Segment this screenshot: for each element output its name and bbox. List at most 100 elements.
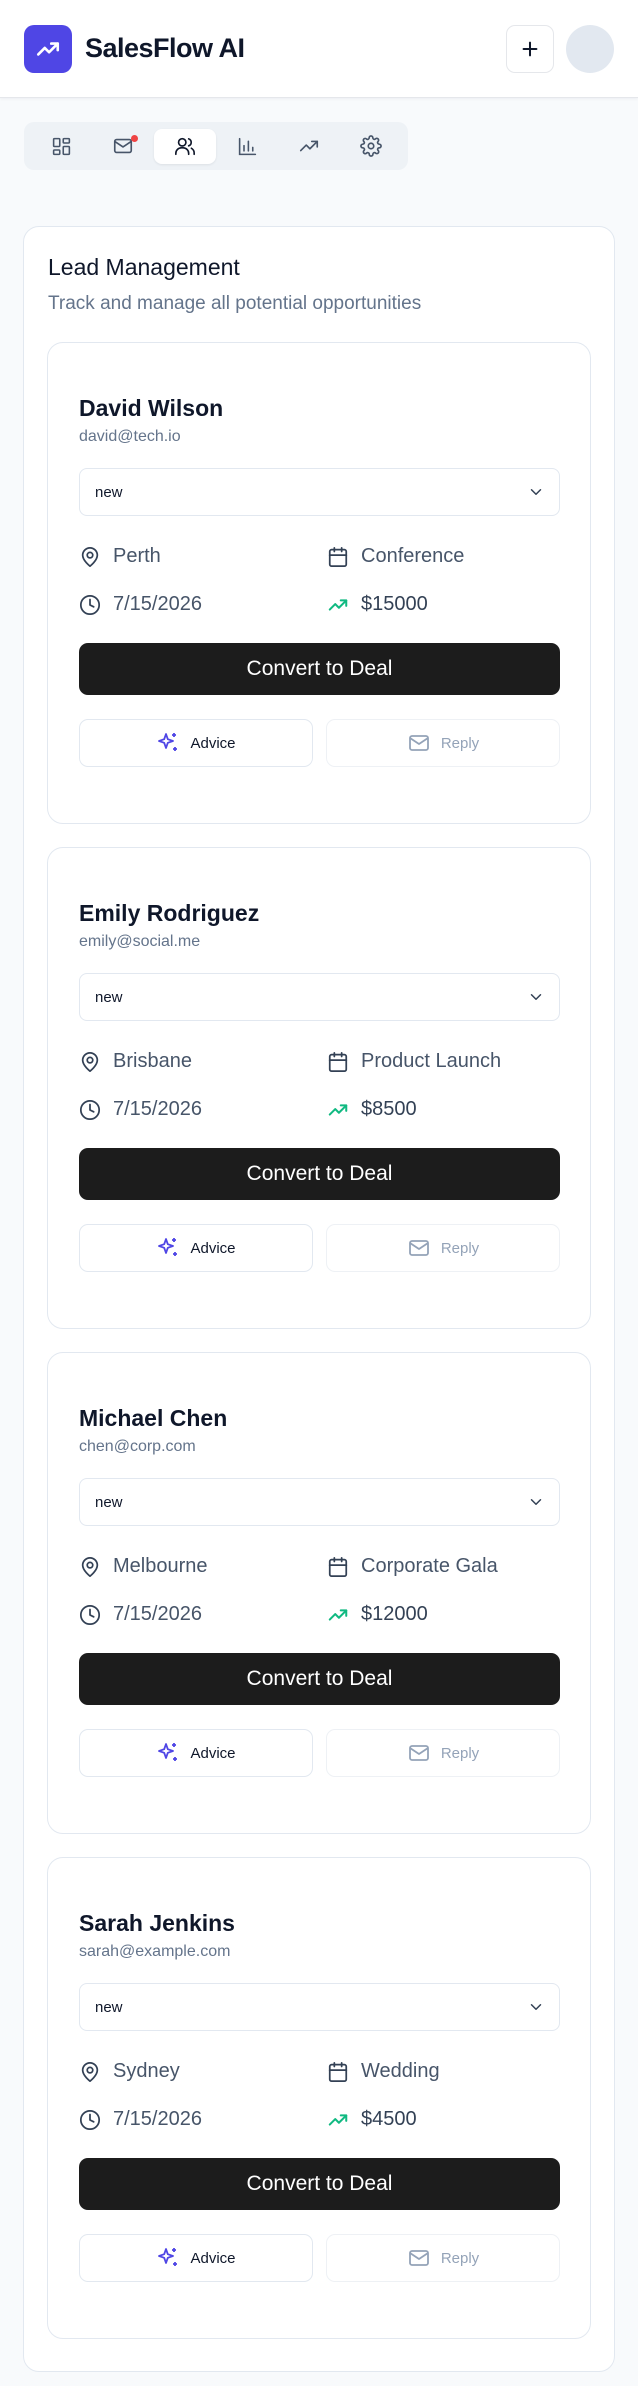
advice-label: Advice bbox=[190, 2249, 236, 2267]
status-select[interactable]: new bbox=[79, 973, 560, 1021]
lead-name: Michael Chen bbox=[79, 1405, 228, 1431]
avatar[interactable] bbox=[566, 24, 614, 73]
reply-button[interactable]: Reply bbox=[326, 2234, 560, 2282]
location-text: Perth bbox=[113, 545, 161, 567]
convert-to-deal-button[interactable]: Convert to Deal bbox=[79, 2158, 560, 2210]
chevron-down-icon bbox=[530, 489, 542, 495]
reply-button[interactable]: Reply bbox=[326, 1224, 560, 1272]
panel-title: Lead Management bbox=[48, 254, 240, 280]
trending-up-icon bbox=[299, 140, 319, 152]
trending-up-icon bbox=[36, 41, 60, 56]
status-select[interactable]: new bbox=[79, 468, 560, 516]
trending-up-icon bbox=[328, 2113, 348, 2126]
advice-button[interactable]: Advice bbox=[79, 1729, 313, 1777]
location-text: Melbourne bbox=[113, 1555, 208, 1577]
lead-card: Emily Rodriguez emily@social.me new Bris… bbox=[47, 847, 591, 1329]
convert-to-deal-button[interactable]: Convert to Deal bbox=[79, 1653, 560, 1705]
nav-dashboard[interactable] bbox=[30, 129, 92, 164]
app-title: SalesFlow AI bbox=[85, 33, 245, 63]
trending-up-icon bbox=[328, 1103, 348, 1116]
map-pin-icon bbox=[81, 546, 99, 567]
lead-event: Wedding bbox=[327, 2060, 440, 2083]
advice-label: Advice bbox=[190, 734, 236, 752]
lead-date: 7/15/2026 bbox=[79, 593, 202, 616]
value-text: $4500 bbox=[361, 2108, 417, 2130]
lead-date: 7/15/2026 bbox=[79, 1098, 202, 1121]
trending-up-icon bbox=[328, 598, 348, 611]
logo bbox=[24, 24, 72, 73]
advice-label: Advice bbox=[190, 1239, 236, 1257]
nav-leads[interactable] bbox=[154, 128, 216, 164]
lead-value: $8500 bbox=[327, 1098, 417, 1121]
add-button[interactable] bbox=[506, 24, 554, 73]
lead-name: Sarah Jenkins bbox=[79, 1910, 235, 1936]
lead-location: Melbourne bbox=[79, 1555, 208, 1578]
date-text: 7/15/2026 bbox=[113, 593, 202, 615]
reply-label: Reply bbox=[440, 1239, 480, 1257]
clock-icon bbox=[79, 2109, 101, 2130]
sparkles-icon bbox=[158, 733, 178, 751]
lead-event: Conference bbox=[327, 545, 464, 568]
sparkles-icon bbox=[158, 1238, 178, 1256]
lead-email: emily@social.me bbox=[79, 933, 201, 950]
calendar-icon bbox=[328, 546, 348, 567]
lead-email: sarah@example.com bbox=[79, 1943, 231, 1960]
chevron-down-icon bbox=[530, 2004, 542, 2010]
chevron-down-icon bbox=[530, 994, 542, 1000]
mail-icon bbox=[408, 2250, 429, 2266]
event-text: Wedding bbox=[361, 2060, 440, 2082]
reply-label: Reply bbox=[440, 734, 480, 752]
notification-dot bbox=[131, 134, 138, 142]
map-pin-icon bbox=[81, 2061, 99, 2082]
lead-email: chen@corp.com bbox=[79, 1438, 196, 1455]
convert-to-deal-button[interactable]: Convert to Deal bbox=[79, 1148, 560, 1200]
nav-inbox[interactable] bbox=[92, 129, 154, 164]
advice-button[interactable]: Advice bbox=[79, 2234, 313, 2282]
mail-icon bbox=[408, 735, 429, 751]
calendar-icon bbox=[328, 1051, 348, 1072]
dashboard-icon bbox=[52, 137, 70, 155]
nav-bar bbox=[24, 122, 408, 170]
reply-label: Reply bbox=[440, 1744, 480, 1762]
date-text: 7/15/2026 bbox=[113, 1098, 202, 1120]
lead-value: $4500 bbox=[327, 2108, 417, 2131]
calendar-icon bbox=[328, 2061, 348, 2082]
clock-icon bbox=[79, 1604, 101, 1625]
lead-value: $12000 bbox=[327, 1603, 428, 1626]
reply-label: Reply bbox=[440, 2249, 480, 2267]
event-text: Corporate Gala bbox=[361, 1555, 498, 1577]
panel-subtitle: Track and manage all potential opportuni… bbox=[48, 293, 422, 314]
reply-button[interactable]: Reply bbox=[326, 719, 560, 767]
lead-location: Sydney bbox=[79, 2060, 180, 2083]
mail-icon bbox=[408, 1745, 429, 1761]
advice-button[interactable]: Advice bbox=[79, 719, 313, 767]
value-text: $15000 bbox=[361, 593, 428, 615]
lead-value: $15000 bbox=[327, 593, 428, 616]
lead-card: Michael Chen chen@corp.com new Melbourne… bbox=[47, 1352, 591, 1834]
plus-icon bbox=[522, 41, 538, 56]
mail-icon bbox=[408, 1240, 429, 1256]
bar-chart-icon bbox=[238, 137, 256, 155]
advice-button[interactable]: Advice bbox=[79, 1224, 313, 1272]
map-pin-icon bbox=[81, 1051, 99, 1072]
clock-icon bbox=[79, 594, 101, 615]
lead-name: David Wilson bbox=[79, 395, 224, 421]
lead-event: Product Launch bbox=[327, 1050, 501, 1073]
lead-date: 7/15/2026 bbox=[79, 2108, 202, 2131]
status-select[interactable]: new bbox=[79, 1478, 560, 1526]
lead-location: Brisbane bbox=[79, 1050, 192, 1073]
convert-to-deal-button[interactable]: Convert to Deal bbox=[79, 643, 560, 695]
nav-analytics[interactable] bbox=[216, 129, 278, 164]
location-text: Sydney bbox=[113, 2060, 180, 2082]
brand[interactable]: SalesFlow AI bbox=[24, 24, 245, 73]
calendar-icon bbox=[328, 1556, 348, 1577]
clock-icon bbox=[79, 1099, 101, 1120]
chevron-down-icon bbox=[530, 1499, 542, 1505]
nav-trends[interactable] bbox=[278, 129, 340, 164]
status-select[interactable]: new bbox=[79, 1983, 560, 2031]
status-value: new bbox=[95, 483, 123, 501]
trending-up-icon bbox=[328, 1608, 348, 1621]
reply-button[interactable]: Reply bbox=[326, 1729, 560, 1777]
lead-card: Sarah Jenkins sarah@example.com new Sydn… bbox=[47, 1857, 591, 2339]
nav-settings[interactable] bbox=[340, 129, 402, 164]
